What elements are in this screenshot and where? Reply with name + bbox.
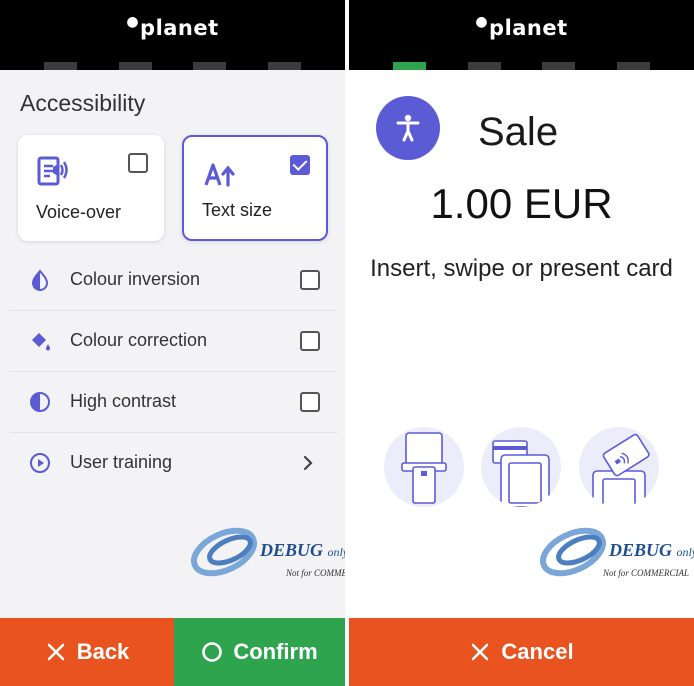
voice-over-label: Voice-over xyxy=(36,202,122,222)
instruction-text: Insert, swipe or present card xyxy=(370,255,673,282)
colour-correction-checkbox[interactable] xyxy=(300,331,320,351)
step-indicator xyxy=(393,62,650,70)
planet-logo: ●planet xyxy=(126,14,219,40)
step-2 xyxy=(118,62,152,70)
high-contrast-checkbox[interactable] xyxy=(300,392,320,412)
watermark-note: Not for COMMERCIAL xyxy=(603,568,690,578)
list-item-user-training[interactable]: User training xyxy=(10,433,338,493)
high-contrast-icon xyxy=(30,392,50,412)
step-3 xyxy=(193,62,227,70)
page-title: Accessibility xyxy=(20,90,146,116)
watermark-logo-icon xyxy=(191,527,257,577)
accessibility-button[interactable] xyxy=(376,96,440,160)
top-bar: ●planet xyxy=(0,0,345,70)
contactless-card-icon xyxy=(592,433,650,507)
step-4 xyxy=(616,62,650,70)
step-indicator xyxy=(44,62,301,70)
planet-logo: ●planet xyxy=(475,14,568,40)
colour-inversion-icon xyxy=(31,269,49,291)
watermark-suffix: only xyxy=(676,545,694,559)
chevron-right-icon xyxy=(303,455,313,471)
circle-icon xyxy=(202,642,223,662)
step-2 xyxy=(467,62,501,70)
amount: 1.00 EUR xyxy=(430,180,613,227)
play-icon xyxy=(30,453,50,473)
high-contrast-label: High contrast xyxy=(70,391,177,411)
contactless-card-illustration xyxy=(579,427,659,507)
list-item-colour-inversion[interactable]: Colour inversion xyxy=(10,250,338,311)
text-size-label: Text size xyxy=(202,200,273,220)
accessibility-options-list: Colour inversion Colour correction High … xyxy=(10,250,338,493)
top-bar: ●planet xyxy=(349,0,694,70)
colour-inversion-label: Colour inversion xyxy=(70,269,201,289)
brand-name: planet xyxy=(140,16,219,40)
list-item-colour-correction[interactable]: Colour correction xyxy=(10,311,338,372)
cancel-label: Cancel xyxy=(501,639,574,664)
colour-inversion-checkbox[interactable] xyxy=(300,270,320,290)
watermark-note: Not for COMMERCIAL xyxy=(286,568,345,578)
step-4 xyxy=(267,62,301,70)
payment-screen: ●planet Sale 1.00 EUR Insert, swipe or p… xyxy=(349,0,694,686)
transaction-type: Sale xyxy=(478,110,559,154)
colour-correction-icon xyxy=(32,333,50,351)
step-1 xyxy=(44,62,77,70)
swipe-card-illustration xyxy=(481,427,561,507)
confirm-label: Confirm xyxy=(233,639,318,664)
insert-card-icon xyxy=(401,432,447,504)
cancel-button[interactable]: Cancel xyxy=(349,618,694,686)
user-training-label: User training xyxy=(70,452,173,472)
insert-card-illustration xyxy=(384,427,464,507)
swipe-card-icon xyxy=(492,440,550,507)
text-size-checkbox[interactable] xyxy=(290,155,310,175)
text-size-card[interactable]: Text size xyxy=(182,135,328,241)
step-3 xyxy=(542,62,576,70)
step-1 xyxy=(393,62,426,70)
close-icon xyxy=(472,643,489,661)
brand-name: planet xyxy=(489,16,568,40)
back-button[interactable]: Back xyxy=(0,618,174,686)
voice-over-icon xyxy=(37,156,68,186)
colour-correction-label: Colour correction xyxy=(70,330,208,350)
close-icon xyxy=(47,643,65,661)
voice-over-card[interactable]: Voice-over xyxy=(18,135,164,241)
accessibility-screen: ●planet Accessibility Voice-over Text si… xyxy=(0,0,345,686)
watermark-suffix: only xyxy=(327,545,345,559)
accessibility-icon xyxy=(396,114,420,142)
watermark-title: DEBUG xyxy=(260,540,324,560)
text-size-icon xyxy=(204,163,235,187)
confirm-button[interactable]: Confirm xyxy=(174,618,345,686)
watermark-title: DEBUG xyxy=(609,540,673,560)
back-label: Back xyxy=(76,639,130,664)
list-item-high-contrast[interactable]: High contrast xyxy=(10,372,338,433)
voice-over-checkbox[interactable] xyxy=(128,153,148,173)
